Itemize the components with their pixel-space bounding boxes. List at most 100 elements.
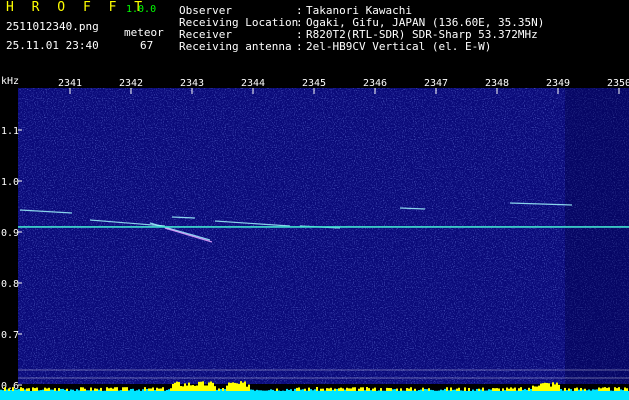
activity-peak bbox=[312, 390, 314, 391]
activity-peak bbox=[4, 387, 6, 391]
activity-peak bbox=[244, 381, 246, 391]
activity-peak bbox=[430, 389, 432, 391]
activity-peak bbox=[242, 382, 244, 391]
activity-peak bbox=[326, 388, 328, 391]
activity-peak bbox=[616, 388, 618, 391]
activity-peak bbox=[428, 388, 430, 391]
activity-peak bbox=[422, 387, 424, 391]
activity-peak bbox=[304, 388, 306, 391]
activity-peak bbox=[586, 390, 588, 391]
activity-peak bbox=[16, 389, 18, 391]
activity-peak bbox=[444, 388, 446, 391]
activity-peak bbox=[426, 389, 428, 391]
activity-peak bbox=[40, 390, 42, 391]
activity-peak bbox=[550, 386, 552, 391]
activity-peak bbox=[88, 390, 90, 391]
activity-peak bbox=[174, 382, 176, 391]
activity-peak bbox=[218, 388, 220, 391]
activity-peak bbox=[248, 384, 250, 391]
activity-peak bbox=[558, 384, 560, 391]
activity-peak bbox=[114, 387, 116, 391]
activity-peak bbox=[338, 388, 340, 391]
activity-peak bbox=[456, 388, 458, 391]
activity-peak bbox=[476, 388, 478, 391]
activity-peak bbox=[544, 382, 546, 391]
activity-peak bbox=[548, 383, 550, 391]
activity-peak bbox=[178, 382, 180, 391]
activity-peak bbox=[154, 390, 156, 391]
activity-peak bbox=[270, 389, 272, 391]
activity-peak bbox=[130, 389, 132, 391]
activity-peak bbox=[38, 390, 40, 391]
activity-peak bbox=[570, 389, 572, 391]
activity-peak bbox=[276, 388, 278, 391]
activity-peak bbox=[464, 387, 466, 391]
activity-peak bbox=[122, 387, 124, 391]
activity-peak bbox=[460, 390, 462, 391]
activity-peak bbox=[64, 389, 66, 391]
activity-peak bbox=[210, 381, 212, 391]
spectrogram: kHz 2341 2342 2343 2344 2345 2346 2347 2348 2349… bbox=[0, 74, 629, 400]
activity-peak bbox=[578, 389, 580, 391]
activity-peak bbox=[8, 388, 10, 391]
activity-peak bbox=[188, 382, 190, 391]
activity-peak bbox=[152, 387, 154, 391]
frequency-tick-label: 0.9 bbox=[1, 228, 19, 239]
activity-peak bbox=[322, 388, 324, 391]
activity-peak bbox=[542, 383, 544, 391]
activity-peak bbox=[62, 388, 64, 391]
activity-peak bbox=[126, 387, 128, 391]
activity-peak bbox=[560, 389, 562, 391]
activity-peak bbox=[46, 388, 48, 391]
activity-peak bbox=[78, 390, 80, 391]
activity-peak bbox=[168, 389, 170, 391]
activity-peak bbox=[552, 382, 554, 391]
activity-peak bbox=[594, 389, 596, 391]
activity-peak bbox=[224, 389, 226, 391]
activity-peak bbox=[330, 387, 332, 391]
activity-peak bbox=[256, 389, 258, 391]
activity-peak bbox=[536, 386, 538, 391]
activity-peak bbox=[260, 390, 262, 391]
activity-peak bbox=[22, 388, 24, 391]
activity-peak bbox=[336, 388, 338, 391]
activity-peak bbox=[396, 388, 398, 391]
activity-peak bbox=[622, 390, 624, 391]
activity-peak bbox=[380, 388, 382, 391]
activity-peak bbox=[142, 389, 144, 391]
activity-peak bbox=[2, 390, 4, 391]
activity-peak bbox=[26, 388, 28, 391]
activity-peak bbox=[50, 389, 52, 391]
activity-peak bbox=[258, 390, 260, 391]
activity-peak bbox=[424, 389, 426, 391]
time-tick-label: 2347 bbox=[424, 78, 448, 89]
activity-peak bbox=[186, 385, 188, 391]
activity-peak bbox=[180, 386, 182, 391]
activity-peak bbox=[222, 388, 224, 391]
activity-peak bbox=[184, 383, 186, 391]
activity-peak bbox=[294, 388, 296, 391]
activity-peak bbox=[98, 389, 100, 391]
activity-peak bbox=[350, 388, 352, 391]
activity-peak bbox=[316, 387, 318, 391]
activity-peak bbox=[546, 382, 548, 391]
activity-peak bbox=[138, 389, 140, 391]
activity-peak bbox=[352, 387, 354, 391]
activity-peak bbox=[268, 390, 270, 391]
activity-peak bbox=[100, 387, 102, 391]
activity-peak bbox=[332, 389, 334, 391]
activity-peak bbox=[6, 389, 8, 391]
activity-peak bbox=[458, 387, 460, 391]
activity-peak bbox=[412, 390, 414, 391]
activity-peak bbox=[576, 387, 578, 391]
activity-peak bbox=[150, 388, 152, 391]
activity-peak bbox=[414, 388, 416, 391]
activity-peak bbox=[510, 387, 512, 391]
activity-peak bbox=[386, 387, 388, 391]
activity-peak bbox=[512, 388, 514, 391]
activity-peak bbox=[342, 388, 344, 391]
activity-peak bbox=[112, 388, 114, 391]
activity-peak bbox=[252, 389, 254, 391]
activity-peak bbox=[296, 387, 298, 391]
activity-peak bbox=[418, 390, 420, 391]
